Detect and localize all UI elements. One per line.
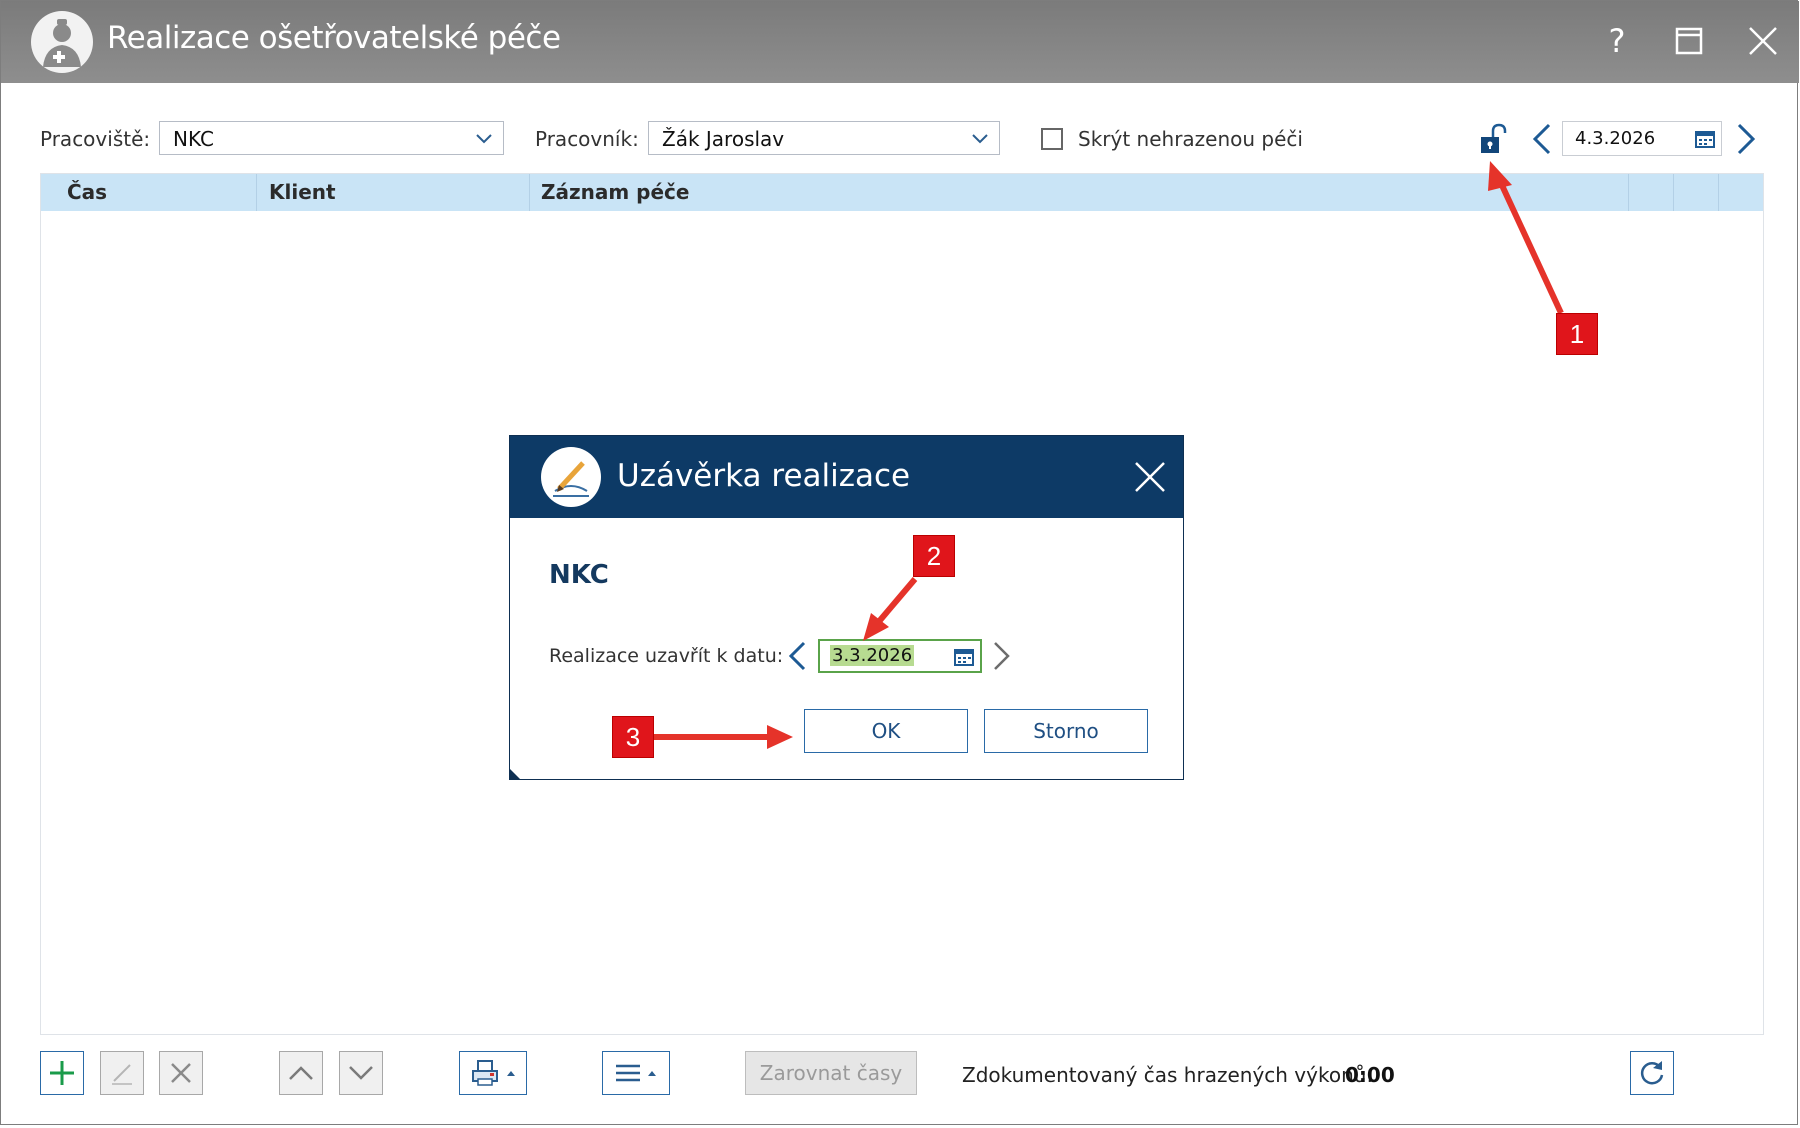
- column-separator: [529, 174, 530, 211]
- close-realization-dialog: Uzávěrka realizace NKC Realizace uzavřít…: [509, 435, 1184, 780]
- refresh-icon: [1640, 1061, 1664, 1085]
- move-down-button[interactable]: [339, 1051, 383, 1095]
- printer-icon: [472, 1060, 498, 1086]
- chevron-up-icon: [289, 1066, 313, 1080]
- chevron-right-icon: [1737, 123, 1756, 155]
- column-header-client[interactable]: Klient: [269, 180, 336, 204]
- list-menu-icon: [616, 1064, 640, 1082]
- lock-button[interactable]: [1479, 123, 1509, 155]
- add-button[interactable]: [40, 1051, 84, 1095]
- maximize-icon: [1675, 27, 1703, 55]
- dialog-workplace: NKC: [549, 560, 609, 590]
- maximize-button[interactable]: [1661, 15, 1717, 67]
- help-button[interactable]: ?: [1589, 15, 1645, 67]
- close-date-value: 3.3.2026: [830, 645, 915, 666]
- grid-header: Čas Klient Záznam péče: [41, 174, 1763, 211]
- close-icon: [1135, 462, 1165, 492]
- caret-up-icon: [507, 1071, 515, 1076]
- date-input[interactable]: 4.3.2026: [1562, 121, 1722, 156]
- column-separator: [256, 174, 257, 211]
- close-date-input[interactable]: 3.3.2026: [818, 639, 982, 673]
- documented-time-value: 0:00: [1345, 1063, 1395, 1087]
- dialog-close-button[interactable]: [1130, 457, 1170, 497]
- dialog-next-date-button[interactable]: [990, 640, 1014, 672]
- delete-button[interactable]: [159, 1051, 203, 1095]
- next-date-button[interactable]: [1733, 122, 1759, 156]
- move-up-button[interactable]: [279, 1051, 323, 1095]
- worker-select[interactable]: Žák Jaroslav: [648, 121, 1000, 155]
- pencil-icon: [112, 1064, 132, 1085]
- chevron-left-icon: [1532, 123, 1551, 155]
- chevron-down-icon: [349, 1066, 373, 1080]
- unlock-icon: [1481, 123, 1507, 153]
- resize-grip-icon: [510, 769, 520, 779]
- annotation-badge-1: 1: [1556, 313, 1598, 355]
- prev-date-button[interactable]: [1529, 122, 1555, 156]
- window-title: Realizace ošetřovatelské péče: [107, 20, 561, 56]
- chevron-right-icon: [994, 642, 1010, 670]
- main-window: Realizace ošetřovatelské péče ? Pracoviš…: [0, 0, 1799, 1125]
- annotation-badge-2: 2: [913, 535, 955, 577]
- calendar-icon[interactable]: [1695, 130, 1715, 148]
- chevron-down-icon: [476, 134, 492, 144]
- column-header-care-record[interactable]: Záznam péče: [541, 180, 689, 204]
- title-bar[interactable]: Realizace ošetřovatelské péče ?: [1, 1, 1799, 83]
- refresh-button[interactable]: [1630, 1051, 1674, 1095]
- workplace-select[interactable]: NKC: [159, 121, 504, 155]
- documented-time-label: Zdokumentovaný čas hrazených výkonů:: [962, 1063, 1374, 1087]
- ok-button[interactable]: OK: [804, 709, 968, 753]
- column-separator: [1673, 174, 1674, 211]
- dialog-title: Uzávěrka realizace: [617, 458, 911, 494]
- help-icon: ?: [1608, 22, 1626, 60]
- date-value: 4.3.2026: [1575, 128, 1656, 149]
- column-header-time[interactable]: Čas: [67, 180, 107, 204]
- worker-value: Žák Jaroslav: [662, 127, 785, 151]
- annotation-badge-3: 3: [612, 716, 654, 758]
- close-icon: [1749, 27, 1777, 55]
- chevron-down-icon: [972, 134, 988, 144]
- workplace-label: Pracoviště:: [40, 127, 151, 151]
- hide-unpaid-checkbox[interactable]: [1041, 128, 1063, 150]
- column-separator: [1628, 174, 1629, 211]
- nurse-icon: [31, 11, 93, 73]
- print-menu-button[interactable]: [459, 1051, 527, 1095]
- delete-icon: [171, 1063, 191, 1083]
- plus-icon: [50, 1061, 74, 1085]
- caret-up-icon: [648, 1071, 656, 1076]
- close-button[interactable]: [1735, 15, 1791, 67]
- cancel-button[interactable]: Storno: [984, 709, 1148, 753]
- menu-button[interactable]: [602, 1051, 670, 1095]
- worker-label: Pracovník:: [535, 127, 639, 151]
- close-date-label: Realizace uzavřít k datu:: [549, 645, 784, 667]
- pencil-pad-icon: [541, 447, 601, 507]
- workplace-value: NKC: [173, 127, 214, 151]
- dialog-prev-date-button[interactable]: [785, 640, 809, 672]
- chevron-left-icon: [788, 641, 806, 671]
- dialog-header[interactable]: Uzávěrka realizace: [510, 436, 1183, 518]
- edit-button[interactable]: [100, 1051, 144, 1095]
- calendar-icon[interactable]: [954, 648, 974, 666]
- column-separator: [1718, 174, 1719, 211]
- hide-unpaid-label: Skrýt nehrazenou péči: [1078, 127, 1303, 151]
- align-times-button[interactable]: Zarovnat časy: [745, 1051, 917, 1095]
